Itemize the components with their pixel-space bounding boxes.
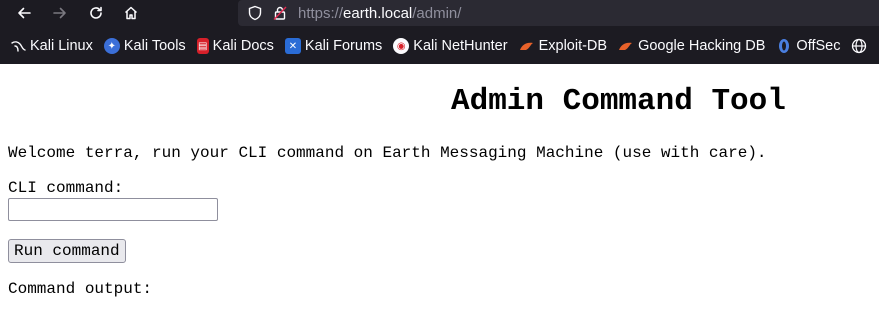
forward-arrow-icon (53, 7, 66, 19)
ghdb-icon (618, 38, 634, 54)
bookmark-kali-tools[interactable]: ✦ Kali Tools (103, 38, 186, 54)
browser-chrome: https://earth.local/admin/ Kali Linux ✦ … (0, 0, 879, 64)
url-text[interactable]: https://earth.local/admin/ (298, 5, 461, 22)
bookmark-label: Kali Docs (212, 38, 274, 54)
command-output-label: Command output: (8, 280, 153, 298)
bookmark-label: Exploit-DB (538, 38, 608, 54)
bookmark-label: Kali Linux (30, 38, 93, 54)
reload-button[interactable] (83, 0, 109, 26)
bookmark-kali-forums[interactable]: ✕ Kali Forums (284, 38, 383, 54)
page-content: Admin Command Tool Welcome terra, run yo… (0, 64, 879, 318)
bookmark-label: Google Hacking DB (638, 38, 766, 54)
bookmark-label: Kali Forums (304, 38, 383, 54)
run-command-button[interactable]: Run command (8, 239, 126, 263)
bookmark-kali-nethunter[interactable]: ◉ Kali NetHunter (393, 38, 508, 54)
page-title: Admin Command Tool (451, 84, 786, 119)
back-button[interactable] (11, 0, 37, 26)
home-icon (124, 6, 138, 20)
bookmark-label: Kali NetHunter (413, 38, 508, 54)
reload-icon (90, 6, 102, 19)
bookmark-label: OffSec (796, 38, 841, 54)
bookmark-offsec[interactable]: OffSec (776, 38, 840, 54)
exploit-db-icon (519, 38, 535, 54)
nethunter-icon: ◉ (393, 38, 410, 54)
cli-command-input[interactable] (8, 198, 218, 221)
globe-icon (851, 38, 867, 54)
lock-icon[interactable] (272, 5, 288, 21)
back-arrow-icon (18, 7, 31, 19)
url-path: /admin/ (412, 4, 462, 22)
url-scheme: https:// (298, 4, 344, 22)
bookmarks-toolbar: Kali Linux ✦ Kali Tools ▤ Kali Docs ✕ Ka… (0, 28, 879, 64)
url-host: earth.local (343, 4, 413, 22)
kali-tools-icon: ✦ (103, 38, 120, 54)
browser-toolbar: https://earth.local/admin/ (0, 0, 879, 28)
cli-command-label: CLI command: (8, 179, 124, 197)
bookmark-label: Kali Tools (123, 38, 186, 54)
forward-button[interactable] (47, 0, 73, 26)
welcome-message: Welcome terra, run your CLI command on E… (8, 144, 767, 162)
bookmark-kali-linux[interactable]: Kali Linux (10, 38, 93, 54)
url-bar[interactable]: https://earth.local/admin/ (238, 0, 879, 26)
offsec-icon (776, 38, 792, 54)
kali-dragon-icon (10, 38, 26, 54)
bookmark-overflow[interactable] (851, 38, 871, 54)
bookmark-exploit-db[interactable]: Exploit-DB (519, 38, 608, 54)
kali-docs-icon: ▤ (196, 38, 209, 54)
shield-icon[interactable] (247, 5, 263, 21)
home-button[interactable] (118, 0, 144, 26)
bookmark-kali-docs[interactable]: ▤ Kali Docs (196, 38, 274, 54)
kali-forums-icon: ✕ (284, 38, 301, 54)
bookmark-google-hacking-db[interactable]: Google Hacking DB (618, 38, 765, 54)
